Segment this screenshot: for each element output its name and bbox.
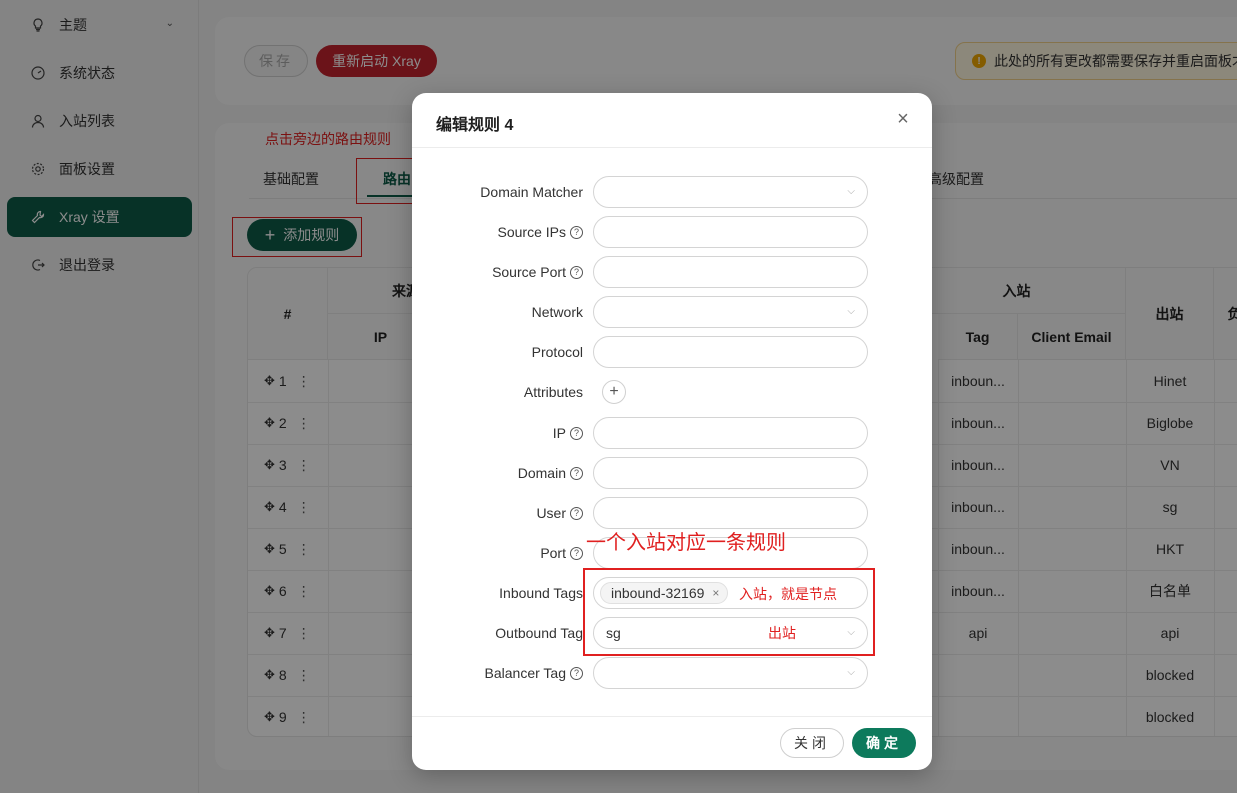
label-outbound-tag: Outbound Tag (495, 617, 583, 649)
label-text: Balancer Tag (484, 665, 566, 681)
source-ips-input[interactable] (593, 216, 868, 248)
modal-title: 编辑规则 4 (436, 117, 514, 134)
label-domain-matcher: Domain Matcher (480, 176, 583, 208)
label-attributes: Attributes (524, 376, 583, 408)
close-icon[interactable]: × (894, 109, 912, 129)
add-attribute-button[interactable]: + (602, 380, 626, 404)
domain-matcher-select[interactable]: ⌵ (593, 176, 868, 208)
chevron-down-icon: ⌵ (847, 186, 855, 197)
help-icon[interactable]: ? (570, 225, 583, 239)
source-port-input[interactable] (593, 256, 868, 288)
network-select[interactable]: ⌵ (593, 296, 868, 328)
label-user: User? (536, 497, 583, 529)
label-source-ips: Source IPs? (498, 216, 583, 248)
label-text: IP (552, 425, 566, 441)
domain-input[interactable] (593, 457, 868, 489)
label-text: Source IPs (497, 224, 566, 240)
label-ip: IP? (553, 417, 583, 449)
help-icon[interactable]: ? (570, 506, 583, 520)
balancer-tag-select[interactable]: ⌵ (593, 657, 868, 689)
chevron-down-icon: ⌵ (847, 667, 855, 678)
label-network: Network (532, 296, 583, 328)
label-text: Protocol (531, 344, 583, 360)
chevron-down-icon: ⌵ (847, 306, 855, 317)
label-inbound-tags: Inbound Tags (499, 577, 583, 609)
help-icon[interactable]: ? (570, 466, 583, 480)
help-icon[interactable]: ? (570, 546, 583, 560)
label-protocol: Protocol (532, 336, 583, 368)
label-domain: Domain? (518, 457, 583, 489)
label-text: Attributes (523, 384, 583, 400)
label-text: Domain (517, 465, 566, 481)
label-text: Source Port (492, 264, 566, 280)
label-text: Inbound Tags (499, 585, 583, 601)
protocol-select[interactable] (593, 336, 868, 368)
label-text: Outbound Tag (495, 625, 583, 641)
help-icon[interactable]: ? (570, 265, 583, 279)
confirm-button[interactable]: 确定 (852, 728, 916, 758)
close-button[interactable]: 关闭 (780, 728, 844, 758)
label-balancer-tag: Balancer Tag? (485, 657, 583, 689)
annotation-rule: 一个入站对应一条规则 (586, 532, 786, 554)
edit-rule-modal: 编辑规则 4 × Domain Matcher ⌵ Source IPs? So… (412, 93, 932, 770)
modal-footer-divider (412, 716, 932, 717)
ip-input[interactable] (593, 417, 868, 449)
label-text: Port (540, 545, 566, 561)
label-port: Port? (540, 537, 583, 569)
label-text: Domain Matcher (480, 184, 583, 200)
label-source-port: Source Port? (492, 256, 583, 288)
help-icon[interactable]: ? (570, 666, 583, 680)
label-text: Network (531, 304, 583, 320)
label-text: User (536, 505, 566, 521)
user-input[interactable] (593, 497, 868, 529)
annotation-box-tags (583, 568, 875, 656)
modal-header-divider (412, 147, 932, 148)
help-icon[interactable]: ? (570, 426, 583, 440)
